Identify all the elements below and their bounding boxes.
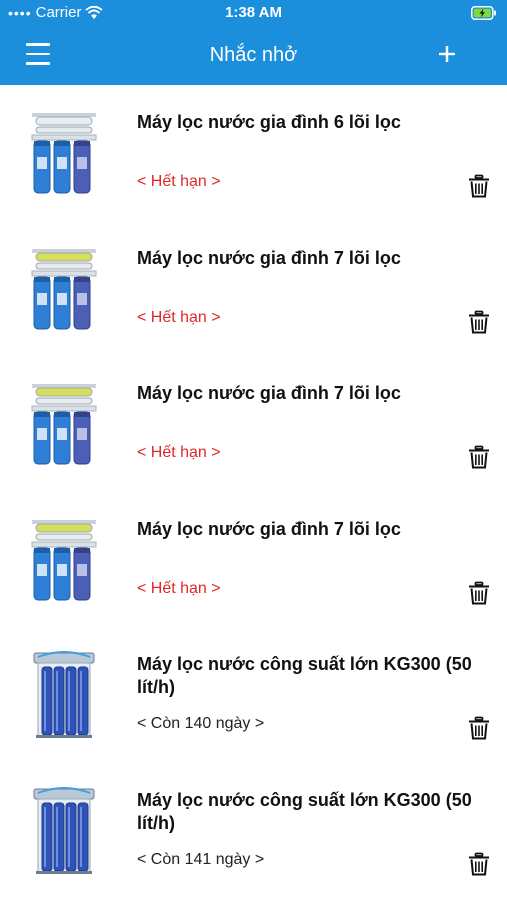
product-image	[26, 378, 102, 470]
reminder-status[interactable]: < Hết hạn >	[137, 173, 221, 191]
reminder-status[interactable]: < Còn 141 ngày >	[137, 851, 264, 869]
trash-icon[interactable]	[468, 581, 490, 605]
product-image	[26, 243, 102, 335]
reminder-status[interactable]: < Hết hạn >	[137, 309, 221, 327]
reminder-status[interactable]: < Còn 140 ngày >	[137, 715, 264, 733]
reminder-row[interactable]: Máy lọc nước gia đình 7 lõi lọc < Hết hạ…	[0, 356, 507, 492]
product-name: Máy lọc nước gia đình 7 lõi lọc	[137, 518, 401, 539]
reminder-list: Máy lọc nước gia đình 6 lõi lọc < Hết hạ…	[0, 85, 507, 898]
product-name: Máy lọc nước công suất lớn KG300 (50 lít…	[137, 654, 472, 697]
clock: 1:38 AM	[225, 4, 282, 21]
add-reminder-button[interactable]	[432, 39, 462, 69]
reminder-status[interactable]: < Hết hạn >	[137, 444, 221, 462]
product-image	[26, 649, 102, 741]
reminder-status[interactable]: < Hết hạn >	[137, 580, 221, 598]
reminder-row[interactable]: Máy lọc nước gia đình 6 lõi lọc < Hết hạ…	[0, 85, 507, 221]
trash-icon[interactable]	[468, 174, 490, 198]
reminder-row[interactable]: Máy lọc nước công suất lớn KG300 (50 lít…	[0, 763, 507, 899]
product-name: Máy lọc nước gia đình 7 lõi lọc	[137, 383, 401, 403]
reminder-row[interactable]: Máy lọc nước gia đình 7 lõi lọc < Hết hạ…	[0, 221, 507, 357]
status-bar: •••• Carrier 1:38 AM	[0, 0, 507, 27]
product-name: Máy lọc nước gia đình 6 lõi lọc	[137, 112, 401, 132]
battery-charging-icon	[471, 6, 496, 20]
reminder-row[interactable]: Máy lọc nước công suất lớn KG300 (50 lít…	[0, 627, 507, 763]
page-title: Nhắc nhở	[209, 44, 298, 66]
product-name: Máy lọc nước gia đình 7 lõi lọc	[137, 247, 401, 268]
reminder-row[interactable]: Máy lọc nước gia đình 7 lõi lọc < Hết hạ…	[0, 492, 507, 628]
nav-bar: Nhắc nhở	[0, 27, 507, 85]
trash-icon[interactable]	[468, 310, 490, 334]
trash-icon[interactable]	[468, 445, 490, 469]
product-name: Máy lọc nước công suất lớn KG300 (50 lít…	[137, 789, 472, 833]
product-image	[26, 785, 102, 877]
trash-icon[interactable]	[468, 716, 490, 740]
product-image	[26, 514, 102, 606]
trash-icon[interactable]	[468, 852, 490, 876]
product-image	[26, 107, 102, 199]
